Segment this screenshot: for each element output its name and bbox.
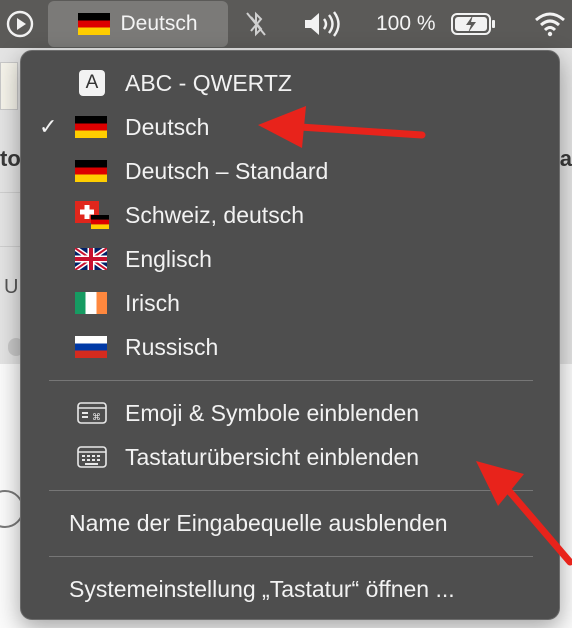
- german-flag-icon: [75, 116, 107, 138]
- menu-item-open-keyboard-preferences[interactable]: Systemeinstellung „Tastatur“ öffnen ...: [21, 567, 561, 611]
- russian-flag-icon: [75, 336, 107, 358]
- german-flag-icon: [78, 13, 111, 35]
- menu-item-label: ABC - QWERTZ: [125, 69, 292, 96]
- menu-item-label: Tastaturübersicht einblenden: [125, 443, 420, 470]
- bluetooth-off-icon[interactable]: [244, 0, 268, 48]
- emoji-viewer-icon: ⌘: [77, 402, 107, 430]
- play-circle-icon[interactable]: [6, 0, 34, 48]
- abc-key-icon: A: [79, 70, 105, 96]
- keyboard-viewer-icon: [77, 446, 107, 474]
- input-source-menu-button[interactable]: Deutsch: [48, 1, 228, 47]
- menu-bar: Deutsch 100 %: [0, 0, 572, 48]
- menu-item-show-keyboard-viewer[interactable]: Tastaturübersicht einblenden: [21, 435, 561, 479]
- menu-separator: [49, 490, 533, 491]
- menu-item-hide-input-source-name[interactable]: Name der Eingabequelle ausblenden: [21, 501, 561, 545]
- input-source-dropdown-menu: A ABC - QWERTZ ✓ Deutsch Deutsch – Stand…: [20, 50, 560, 620]
- document-icon: [0, 62, 18, 110]
- checkmark-icon: ✓: [39, 114, 58, 139]
- menu-item-label: Englisch: [125, 245, 212, 272]
- menu-item-label: Schweiz, deutsch: [125, 201, 304, 228]
- background-text-u: U: [4, 276, 19, 298]
- menu-item-label: Systemeinstellung „Tastatur“ öffnen ...: [69, 575, 455, 602]
- wifi-icon[interactable]: [534, 0, 566, 48]
- menu-item-label: Deutsch – Standard: [125, 157, 329, 184]
- menu-item-label: Russisch: [125, 333, 219, 360]
- background-text-left: to: [0, 146, 21, 171]
- uk-flag-icon: [73, 245, 109, 273]
- menu-separator: [49, 556, 533, 557]
- svg-text:⌘: ⌘: [92, 413, 101, 423]
- menu-item-russisch[interactable]: Russisch: [21, 325, 561, 369]
- volume-icon[interactable]: [302, 0, 344, 48]
- menu-item-label: Deutsch: [125, 113, 210, 140]
- menu-item-deutsch[interactable]: ✓ Deutsch: [21, 105, 561, 149]
- german-flag-icon: [75, 160, 107, 182]
- battery-percentage: 100 %: [376, 12, 436, 35]
- menu-item-label: Name der Eingabequelle ausblenden: [69, 509, 448, 536]
- menu-item-irisch[interactable]: Irisch: [21, 281, 561, 325]
- menu-item-abc-qwertz[interactable]: A ABC - QWERTZ: [21, 61, 561, 105]
- menu-item-schweiz-deutsch[interactable]: Schweiz, deutsch: [21, 193, 561, 237]
- menu-item-label: Irisch: [125, 289, 180, 316]
- menu-item-englisch[interactable]: Englisch: [21, 237, 561, 281]
- menu-separator: [49, 380, 533, 381]
- swiss-german-flag-icon: [75, 201, 109, 229]
- menu-item-label: Emoji & Symbole einblenden: [125, 399, 420, 426]
- menu-item-show-emoji-symbols[interactable]: ⌘ Emoji & Symbole einblenden: [21, 391, 561, 435]
- irish-flag-icon: [75, 292, 107, 314]
- input-source-label: Deutsch: [120, 12, 198, 35]
- menu-item-deutsch-standard[interactable]: Deutsch – Standard: [21, 149, 561, 193]
- battery-charging-icon[interactable]: [450, 0, 498, 48]
